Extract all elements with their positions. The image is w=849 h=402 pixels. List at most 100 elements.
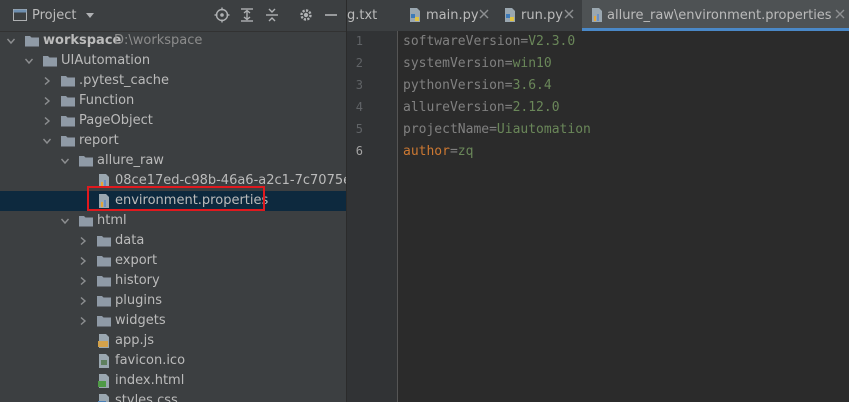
chevron-down-icon[interactable] <box>42 136 52 146</box>
tree-item-export[interactable]: export <box>0 251 346 271</box>
project-view-icon[interactable] <box>12 7 28 23</box>
folder-icon <box>97 296 111 307</box>
chevron-down-icon[interactable] <box>24 56 34 66</box>
folder-icon <box>25 36 39 47</box>
tab-environment-properties[interactable]: allure_raw\environment.properties <box>582 0 849 31</box>
project-tree: workspace D:\workspace UIAutomation .pyt… <box>0 31 346 402</box>
collapse-all-icon[interactable] <box>264 7 280 23</box>
code-line-current[interactable]: author=zq <box>403 144 473 159</box>
code-line[interactable]: pythonVersion=3.6.4 <box>403 78 552 93</box>
tree-item-label: report <box>79 133 119 148</box>
line-number: 4 <box>355 100 363 114</box>
chevron-right-icon[interactable] <box>78 316 88 326</box>
project-toolbar: Project <box>0 0 346 32</box>
tree-item-allure-raw[interactable]: allure_raw <box>0 151 346 171</box>
tree-item-label: allure_raw <box>97 153 164 168</box>
folder-icon <box>61 96 75 107</box>
line-number-gutter: 1 2 3 4 5 6 <box>347 31 398 402</box>
tree-item-index-html[interactable]: index.html <box>0 371 346 391</box>
python-file-icon <box>410 8 420 22</box>
locate-icon[interactable] <box>214 7 230 23</box>
tab-g-txt[interactable]: g.txt <box>347 0 401 31</box>
tree-item-data[interactable]: data <box>0 231 346 251</box>
property-equals: = <box>449 144 458 159</box>
expand-all-icon[interactable] <box>239 7 255 23</box>
css-file-icon <box>98 394 109 402</box>
js-file-icon <box>98 334 109 348</box>
close-icon[interactable] <box>835 9 845 19</box>
chevron-right-icon[interactable] <box>78 296 88 306</box>
property-key: allureVersion <box>403 100 505 115</box>
editor-tab-bar: g.txt main.py run.py allure_raw\environm… <box>347 0 849 32</box>
property-key: projectName <box>403 122 490 137</box>
tree-item-label: history <box>115 273 160 288</box>
chevron-right-icon[interactable] <box>42 76 52 86</box>
folder-icon <box>43 56 57 67</box>
property-equals: = <box>504 56 513 71</box>
tree-item-label: app.js <box>115 333 154 348</box>
tree-item-history[interactable]: history <box>0 271 346 291</box>
tree-item-pageobject[interactable]: PageObject <box>0 111 346 131</box>
tree-item-plugins[interactable]: plugins <box>0 291 346 311</box>
minimize-icon[interactable] <box>323 7 339 23</box>
properties-file-icon <box>592 8 602 22</box>
tab-label: g.txt <box>347 8 378 23</box>
folder-icon <box>61 136 75 147</box>
tree-item-label: data <box>115 233 145 248</box>
property-key: author <box>403 144 450 159</box>
chevron-right-icon[interactable] <box>78 276 88 286</box>
tree-item-label: index.html <box>115 373 185 388</box>
code-editor[interactable]: softwareVersion=V2.3.0 systemVersion=win… <box>398 31 849 402</box>
tree-item-html[interactable]: html <box>0 211 346 231</box>
property-equals: = <box>504 78 513 93</box>
html-file-icon <box>98 374 109 388</box>
property-value: win10 <box>512 56 552 71</box>
python-file-icon <box>505 8 515 22</box>
tree-item-uiautomation[interactable]: UIAutomation <box>0 51 346 71</box>
tab-main-py[interactable]: main.py <box>401 0 496 31</box>
annotation-highlight-box <box>87 186 265 211</box>
tree-item-favicon[interactable]: favicon.ico <box>0 351 346 371</box>
tree-item-label: Function <box>79 93 135 108</box>
folder-icon <box>79 216 93 227</box>
view-dropdown-chevron-icon[interactable] <box>84 9 96 21</box>
chevron-down-icon[interactable] <box>60 216 70 226</box>
chevron-down-icon[interactable] <box>60 156 70 166</box>
line-number-current: 6 <box>355 144 363 158</box>
chevron-right-icon[interactable] <box>42 96 52 106</box>
tab-run-py[interactable]: run.py <box>496 0 582 31</box>
line-number: 5 <box>355 122 363 136</box>
property-key: pythonVersion <box>403 78 505 93</box>
tree-item-label: widgets <box>115 313 166 328</box>
tree-item-label: html <box>97 213 127 228</box>
project-title[interactable]: Project <box>32 8 76 23</box>
code-line[interactable]: softwareVersion=V2.3.0 <box>403 34 575 49</box>
image-file-icon <box>99 354 109 368</box>
folder-icon <box>97 236 111 247</box>
chevron-down-icon[interactable] <box>6 36 16 46</box>
tree-item-widgets[interactable]: widgets <box>0 311 346 331</box>
tree-item-path: D:\workspace <box>114 33 203 48</box>
close-icon[interactable] <box>564 9 574 19</box>
property-key: systemVersion <box>403 56 505 71</box>
code-line[interactable]: projectName=Uiautomation <box>403 122 591 137</box>
tree-item-app-js[interactable]: app.js <box>0 331 346 351</box>
tree-item-label: styles.css <box>115 393 178 402</box>
tree-item-pytest-cache[interactable]: .pytest_cache <box>0 71 346 91</box>
property-value: 3.6.4 <box>512 78 552 93</box>
tree-item-workspace[interactable]: workspace D:\workspace <box>0 31 346 51</box>
tree-item-function[interactable]: Function <box>0 91 346 111</box>
settings-icon[interactable] <box>298 7 314 23</box>
code-line[interactable]: allureVersion=2.12.0 <box>403 100 560 115</box>
property-value: 2.12.0 <box>512 100 560 115</box>
tree-item-styles-css[interactable]: styles.css <box>0 391 346 402</box>
folder-icon <box>97 256 111 267</box>
tree-item-label: .pytest_cache <box>79 73 170 88</box>
chevron-right-icon[interactable] <box>78 256 88 266</box>
tree-item-label: plugins <box>115 293 162 308</box>
chevron-right-icon[interactable] <box>78 236 88 246</box>
code-line[interactable]: systemVersion=win10 <box>403 56 552 71</box>
chevron-right-icon[interactable] <box>42 116 52 126</box>
tree-item-report[interactable]: report <box>0 131 346 151</box>
close-icon[interactable] <box>479 9 489 19</box>
